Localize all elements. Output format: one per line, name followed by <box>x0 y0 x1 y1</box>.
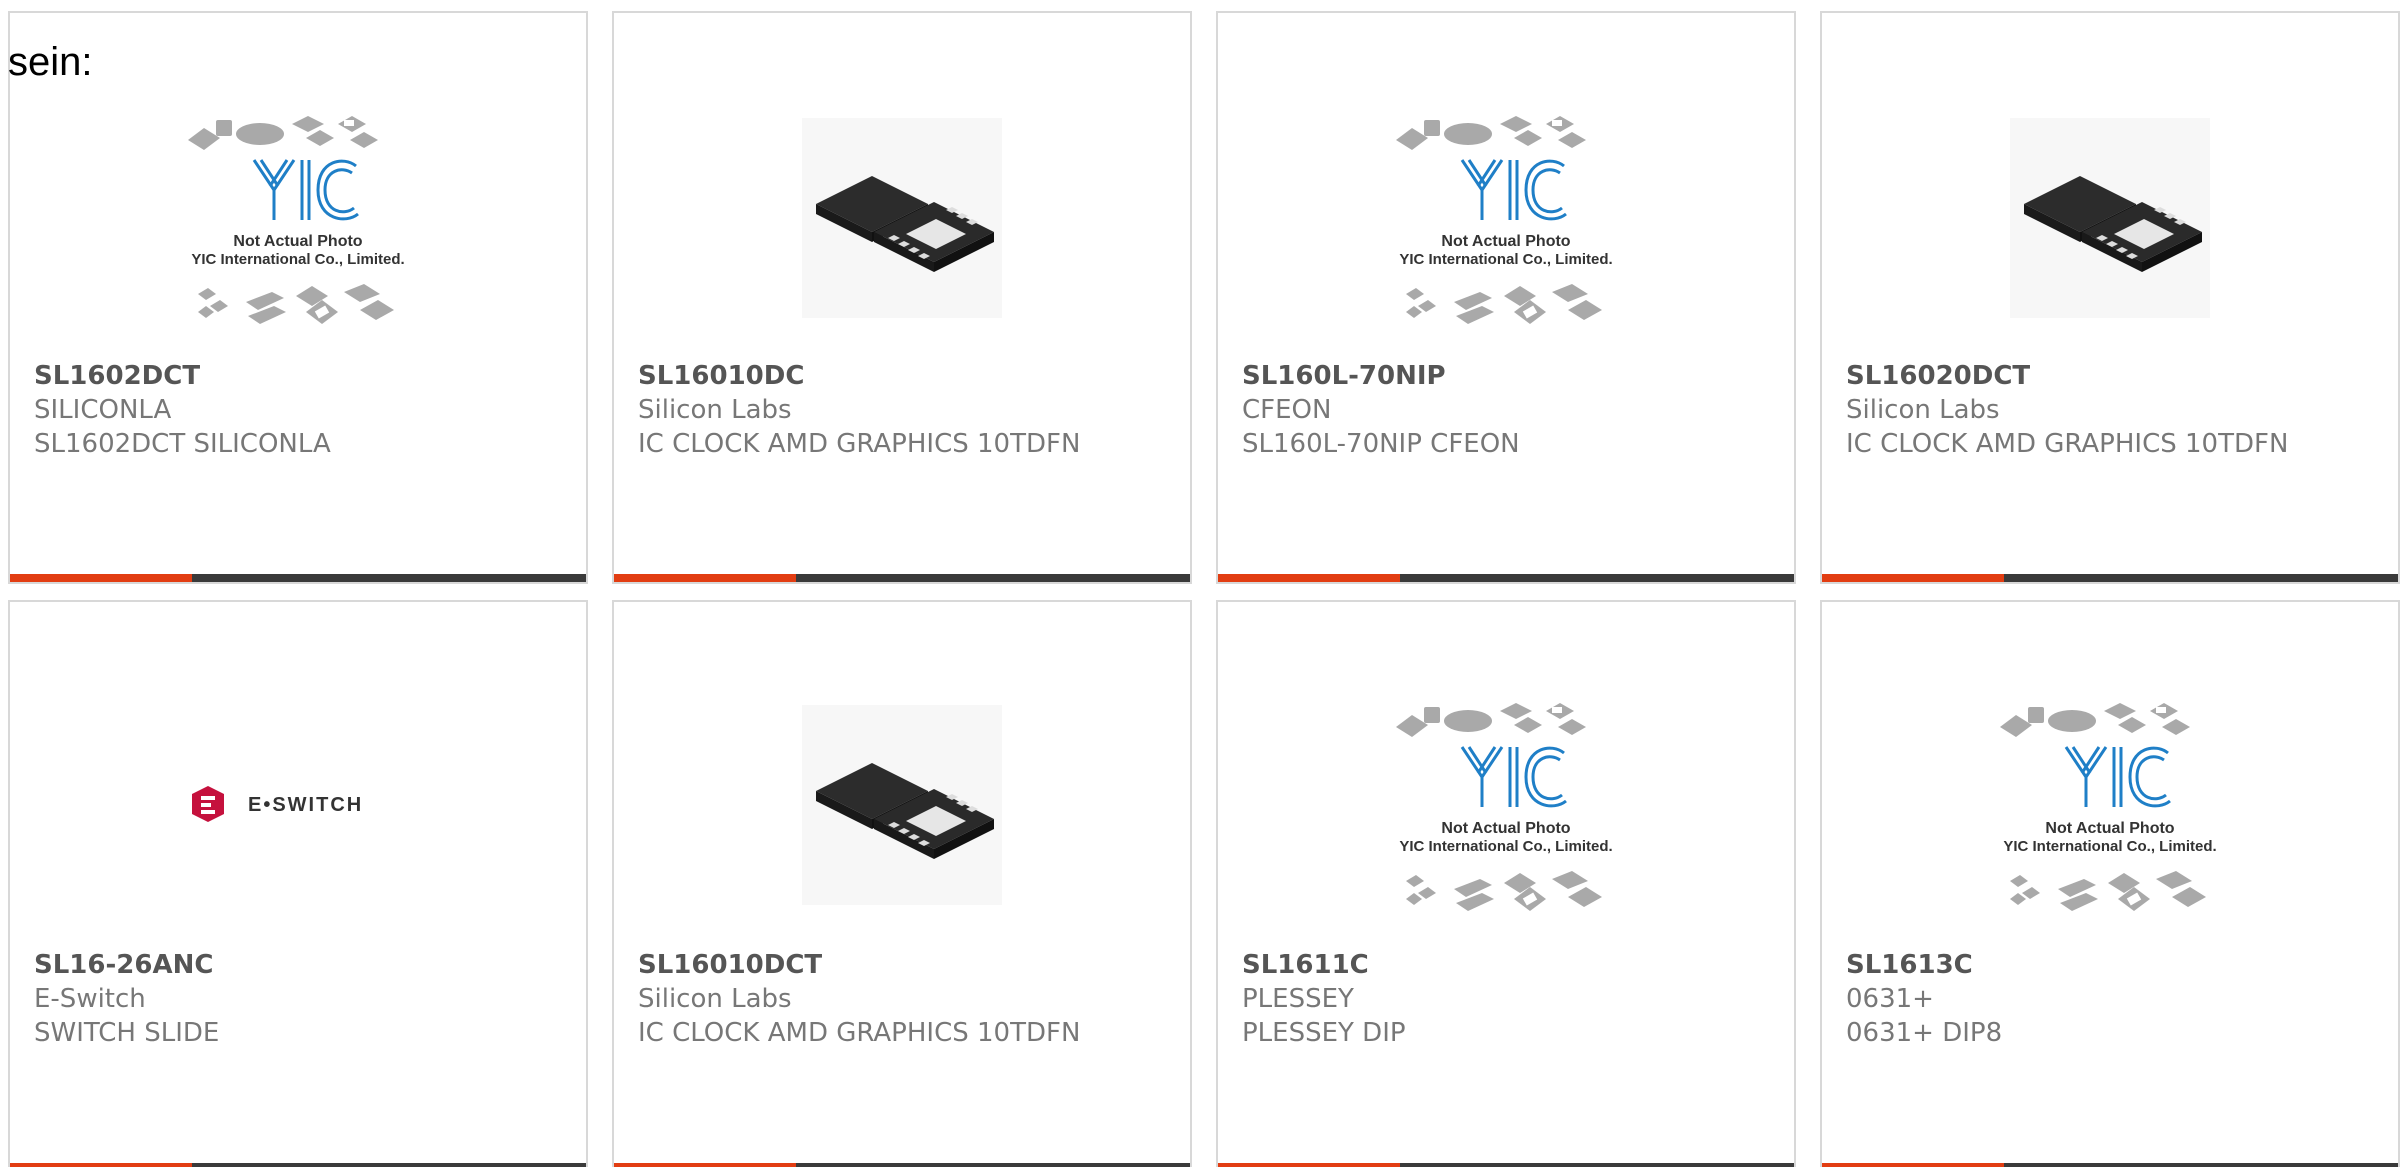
product-image[interactable]: Not Actual Photo YIC International Co., … <box>1218 75 1794 360</box>
product-image[interactable]: Not Actual Photo YIC International Co., … <box>1218 662 1794 947</box>
description-label: SL160L-70NIP CFEON <box>1242 429 1520 459</box>
placeholder-line2: YIC International Co., Limited. <box>1399 251 1612 268</box>
product-card[interactable]: Not Actual Photo YIC International Co., … <box>1216 11 1796 584</box>
product-card[interactable]: SL16010DCT Silicon Labs IC CLOCK AMD GRAPH… <box>612 600 1192 1167</box>
manufacturer-label: Silicon Labs <box>1846 395 2000 425</box>
description-label: SL1602DCT SILICONLA <box>34 429 331 459</box>
product-card[interactable]: Not Actual Photo YIC International Co., … <box>1216 600 1796 1167</box>
card-bottom-accent <box>10 1163 192 1167</box>
tdfn-chip-icon <box>802 117 1002 318</box>
intro-text: sein: <box>8 40 93 84</box>
description-label: IC CLOCK AMD GRAPHICS 10TDFN <box>1846 429 2289 459</box>
manufacturer-label: Silicon Labs <box>638 984 792 1014</box>
description-label: IC CLOCK AMD GRAPHICS 10TDFN <box>638 429 1081 459</box>
card-bottom-bar <box>1218 574 1794 582</box>
description-label: 0631+ DIP8 <box>1846 1018 2003 1048</box>
card-bottom-bar <box>614 1163 1190 1167</box>
product-info: SL1611C PLESSEY PLESSEY DIP <box>1242 948 1770 1050</box>
product-grid: Not Actual Photo YIC International Co., … <box>8 11 2400 1167</box>
part-number-link[interactable]: SL160L-70NIP <box>1242 359 1770 393</box>
product-card[interactable]: SL16010DC Silicon Labs IC CLOCK AMD GRAPHI… <box>612 11 1192 584</box>
yic-placeholder-icon: Not Actual Photo YIC International Co., … <box>1396 115 1613 324</box>
yic-placeholder-icon: Not Actual Photo YIC International Co., … <box>1396 702 1613 911</box>
yic-placeholder-icon: Not Actual Photo YIC International Co., … <box>188 115 405 324</box>
manufacturer-label: 0631+ <box>1846 984 1934 1014</box>
product-card[interactable]: E•SWITCH SL16-26ANC E-Switch SWITCH SLIDE <box>8 600 588 1167</box>
yic-placeholder-icon: Not Actual Photo YIC International Co., … <box>2000 702 2217 911</box>
placeholder-line2: YIC International Co., Limited. <box>191 251 404 268</box>
part-number-link[interactable]: SL16010DCT <box>638 948 1166 982</box>
card-bottom-accent <box>614 574 796 582</box>
part-number-link[interactable]: SL16010DC <box>638 359 1166 393</box>
card-bottom-accent <box>10 574 192 582</box>
eswitch-logo: E•SWITCH <box>192 785 363 822</box>
placeholder-line2: YIC International Co., Limited. <box>2003 838 2216 855</box>
product-info: SL160L-70NIP CFEON SL160L-70NIP CFEON <box>1242 359 1770 461</box>
part-number-link[interactable]: SL1602DCT <box>34 359 562 393</box>
card-bottom-bar <box>1822 574 2398 582</box>
product-card[interactable]: Not Actual Photo YIC International Co., … <box>8 11 588 584</box>
manufacturer-label: CFEON <box>1242 395 1332 425</box>
product-info: SL16-26ANC E-Switch SWITCH SLIDE <box>34 948 562 1050</box>
part-number-link[interactable]: SL16020DCT <box>1846 359 2374 393</box>
card-bottom-bar <box>10 574 586 582</box>
card-bottom-bar <box>10 1163 586 1167</box>
product-info: SL16010DC Silicon Labs IC CLOCK AMD GRAPHI… <box>638 359 1166 461</box>
tdfn-chip-icon <box>802 704 1002 905</box>
product-image[interactable]: E•SWITCH <box>10 662 586 947</box>
product-info: SL16020DCT Silicon Labs IC CLOCK AMD GRAPH… <box>1846 359 2374 461</box>
card-bottom-bar <box>1218 1163 1794 1167</box>
tdfn-chip-icon <box>2010 117 2210 318</box>
placeholder-line1: Not Actual Photo <box>233 233 362 250</box>
card-bottom-accent <box>1218 574 1400 582</box>
placeholder-line2: YIC International Co., Limited. <box>1399 838 1612 855</box>
card-bottom-accent <box>1822 1163 2004 1167</box>
placeholder-line1: Not Actual Photo <box>2045 820 2174 837</box>
manufacturer-label: E-Switch <box>34 984 146 1014</box>
placeholder-line1: Not Actual Photo <box>1441 233 1570 250</box>
manufacturer-label: SILICONLA <box>34 395 172 425</box>
product-info: SL1613C 0631+ 0631+ DIP8 <box>1846 948 2374 1050</box>
product-info: SL1602DCT SILICONLA SL1602DCT SILICONLA <box>34 359 562 461</box>
manufacturer-label: PLESSEY <box>1242 984 1354 1014</box>
description-label: IC CLOCK AMD GRAPHICS 10TDFN <box>638 1018 1081 1048</box>
card-bottom-accent <box>1218 1163 1400 1167</box>
card-bottom-accent <box>614 1163 796 1167</box>
product-image[interactable] <box>614 75 1190 360</box>
manufacturer-label: Silicon Labs <box>638 395 792 425</box>
description-label: SWITCH SLIDE <box>34 1018 220 1048</box>
product-info: SL16010DCT Silicon Labs IC CLOCK AMD GRAPH… <box>638 948 1166 1050</box>
product-card[interactable]: Not Actual Photo YIC International Co., … <box>1820 600 2400 1167</box>
product-image[interactable] <box>1822 75 2398 360</box>
product-image[interactable]: Not Actual Photo YIC International Co., … <box>1822 662 2398 947</box>
eswitch-logo-text: E•SWITCH <box>248 794 363 816</box>
product-image[interactable]: Not Actual Photo YIC International Co., … <box>10 75 586 360</box>
part-number-link[interactable]: SL1613C <box>1846 948 2374 982</box>
product-card[interactable]: SL16020DCT Silicon Labs IC CLOCK AMD GRAPH… <box>1820 11 2400 584</box>
description-label: PLESSEY DIP <box>1242 1018 1406 1048</box>
part-number-link[interactable]: SL1611C <box>1242 948 1770 982</box>
part-number-link[interactable]: SL16-26ANC <box>34 948 562 982</box>
card-bottom-bar <box>614 574 1190 582</box>
placeholder-line1: Not Actual Photo <box>1441 820 1570 837</box>
page: sein: Not Actual Photo YIC International… <box>0 0 2400 1167</box>
card-bottom-bar <box>1822 1163 2398 1167</box>
card-bottom-accent <box>1822 574 2004 582</box>
product-image[interactable] <box>614 662 1190 947</box>
